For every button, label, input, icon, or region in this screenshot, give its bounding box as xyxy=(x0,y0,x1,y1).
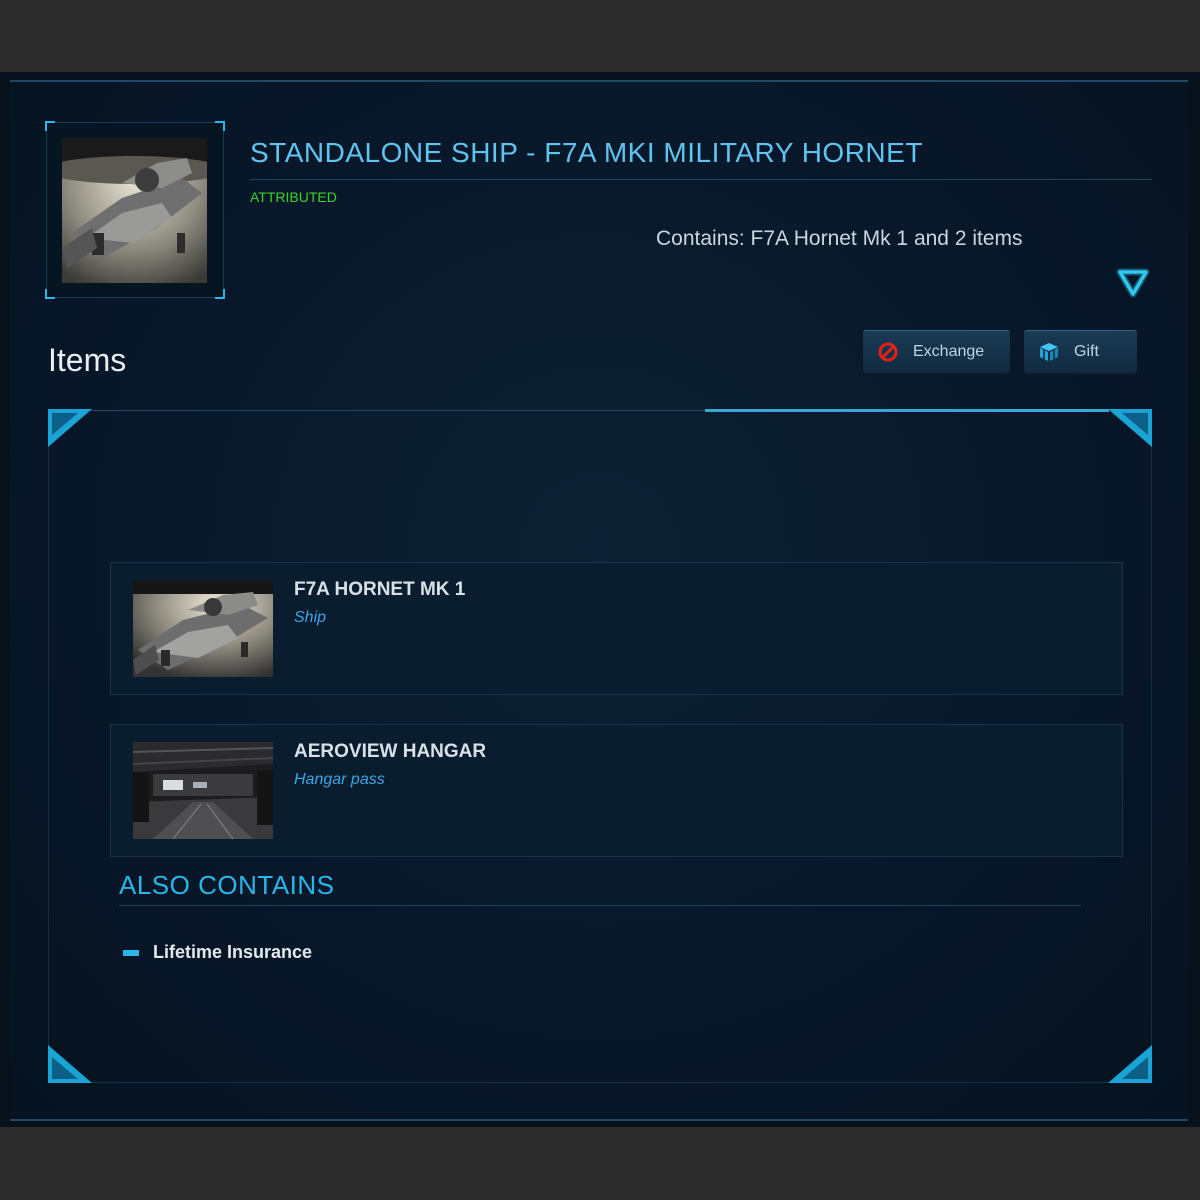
pledge-frame: STANDALONE SHIP - F7A MKI MILITARY HORNE… xyxy=(0,72,1200,1127)
corner-bracket xyxy=(1108,409,1152,447)
list-item: Lifetime Insurance xyxy=(123,942,312,963)
also-contains-item: Lifetime Insurance xyxy=(153,942,313,962)
status-badge: ATTRIBUTED xyxy=(250,189,337,205)
corner-bracket xyxy=(48,409,92,447)
gift-label: Gift xyxy=(1074,343,1099,360)
corner-bracket xyxy=(45,121,55,131)
corner-bracket xyxy=(215,121,225,131)
gift-button[interactable]: Gift xyxy=(1024,330,1137,373)
items-container: F7A HORNET MK 1 Ship AEROVIEW HANGAR Han… xyxy=(48,409,1152,1083)
no-entry-icon xyxy=(877,341,899,363)
exchange-button[interactable]: Exchange xyxy=(863,330,1010,373)
exchange-label: Exchange xyxy=(913,343,985,360)
corner-bracket xyxy=(48,1045,92,1083)
triangle-down-icon[interactable] xyxy=(1116,266,1150,300)
item-name: AEROVIEW HANGAR xyxy=(294,741,487,762)
items-heading: Items xyxy=(48,342,127,378)
corner-bracket xyxy=(1108,1045,1152,1083)
item-type: Hangar pass xyxy=(294,771,385,788)
bullet-icon xyxy=(123,949,139,956)
pledge-title: STANDALONE SHIP - F7A MKI MILITARY HORNE… xyxy=(250,137,1152,180)
hornet-ship-thumbnail xyxy=(62,138,207,283)
contains-summary: Contains: F7A Hornet Mk 1 and 2 items xyxy=(656,227,1023,250)
gift-box-icon xyxy=(1038,341,1060,363)
hornet-ship-image xyxy=(133,580,273,677)
divider-accent xyxy=(705,409,1109,412)
corner-bracket xyxy=(45,289,55,299)
list-item[interactable]: F7A HORNET MK 1 Ship xyxy=(110,562,1123,695)
corner-bracket xyxy=(215,289,225,299)
also-contains-heading: ALSO CONTAINS xyxy=(119,870,1081,906)
list-item[interactable]: AEROVIEW HANGAR Hangar pass xyxy=(110,724,1123,857)
pledge-thumbnail[interactable] xyxy=(45,121,225,299)
pledge-panel: STANDALONE SHIP - F7A MKI MILITARY HORNE… xyxy=(10,80,1188,1121)
item-name: F7A HORNET MK 1 xyxy=(294,579,466,600)
hangar-interior-image xyxy=(133,742,273,839)
item-type: Ship xyxy=(294,609,327,626)
